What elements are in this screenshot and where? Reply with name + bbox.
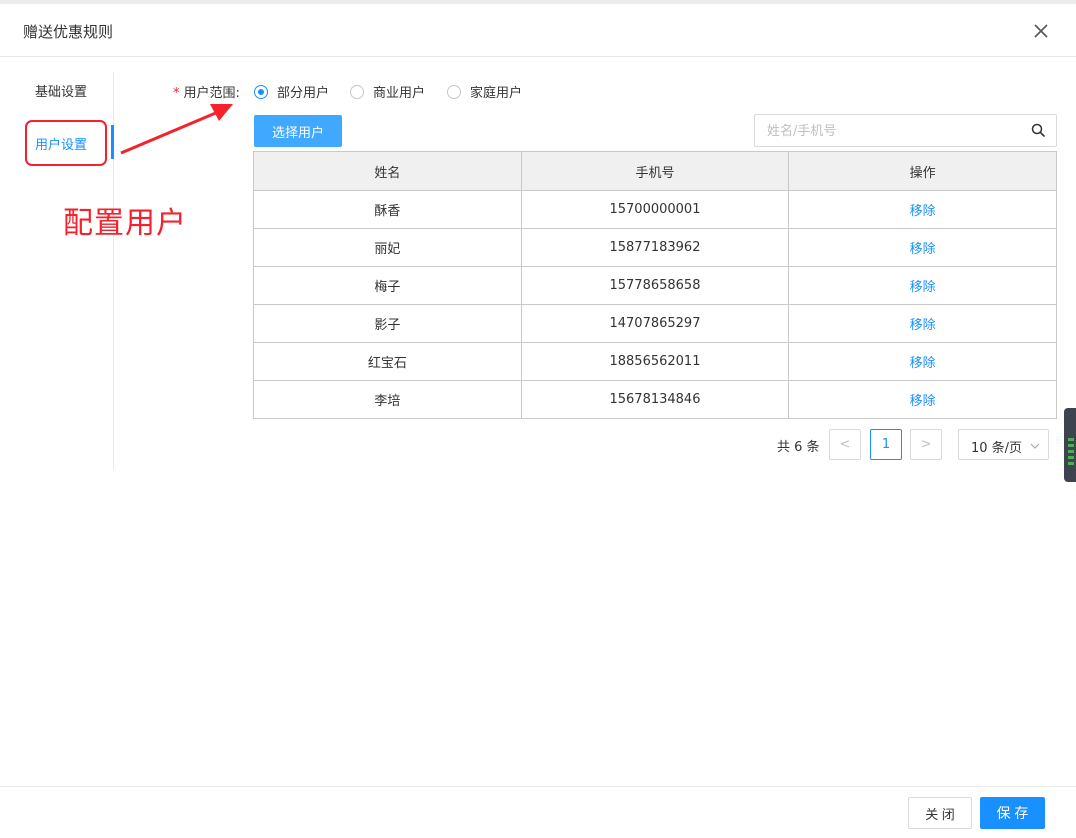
annotation-text: 配置用户 xyxy=(63,206,187,241)
radio-dot[interactable] xyxy=(350,84,364,99)
cell-phone: 15678134846 xyxy=(520,380,790,419)
user-scope-label-text: 用户范围: xyxy=(183,86,240,101)
pagination-next-button[interactable]: > xyxy=(910,429,942,460)
table-row: 李培 15678134846 移除 xyxy=(253,380,1057,419)
remove-link[interactable]: 移除 xyxy=(910,356,936,371)
annotation-highlight-box xyxy=(25,120,107,166)
search-box[interactable] xyxy=(754,114,1057,147)
remove-link[interactable]: 移除 xyxy=(910,394,936,409)
cell-name: 梅子 xyxy=(253,266,522,305)
cell-phone: 15778658658 xyxy=(520,266,790,305)
remove-link[interactable]: 移除 xyxy=(910,204,936,219)
column-header-name: 姓名 xyxy=(253,151,522,191)
radio-label: 部分用户 xyxy=(277,86,330,101)
table-header-row: 姓名 手机号 操作 xyxy=(253,151,1057,191)
annotation-arrow xyxy=(120,104,233,155)
grip-mark xyxy=(1068,438,1074,441)
table-row: 影子 14707865297 移除 xyxy=(253,304,1057,343)
save-button[interactable]: 保 存 xyxy=(980,797,1045,829)
remove-link[interactable]: 移除 xyxy=(910,242,936,257)
cell-name: 红宝石 xyxy=(253,342,522,381)
radio-dot[interactable] xyxy=(254,84,268,99)
grip-mark xyxy=(1068,462,1074,465)
grip-mark xyxy=(1068,456,1074,459)
cell-name: 影子 xyxy=(253,304,522,343)
table-row: 酥香 15700000001 移除 xyxy=(253,190,1057,229)
radio-partial-users[interactable]: 部分用户 xyxy=(254,82,329,101)
search-input[interactable] xyxy=(765,121,1019,141)
dialog-title: 赠送优惠规则 xyxy=(23,23,114,41)
grip-mark xyxy=(1068,450,1074,453)
tab-basic-settings[interactable]: 基础设置 xyxy=(35,81,87,100)
cell-phone: 14707865297 xyxy=(520,304,790,343)
radio-dot[interactable] xyxy=(447,84,461,99)
cell-phone: 15700000001 xyxy=(520,190,790,229)
select-user-button[interactable]: 选择用户 xyxy=(254,115,342,147)
column-header-action: 操作 xyxy=(788,151,1057,191)
radio-label: 商业用户 xyxy=(373,86,426,101)
cell-action: 移除 xyxy=(788,380,1057,419)
remove-link[interactable]: 移除 xyxy=(910,318,936,333)
page-size-select[interactable]: 10 条/页 xyxy=(958,429,1049,460)
cell-phone: 15877183962 xyxy=(520,228,790,267)
close-button[interactable]: 关 闭 xyxy=(908,797,972,829)
cell-action: 移除 xyxy=(788,190,1057,229)
side-scroll-handle[interactable] xyxy=(1064,408,1076,482)
search-icon[interactable] xyxy=(1031,123,1046,138)
radio-household-users[interactable]: 家庭用户 xyxy=(447,82,522,101)
cell-phone: 18856562011 xyxy=(520,342,790,381)
cell-name: 酥香 xyxy=(253,190,522,229)
chevron-down-icon xyxy=(1030,440,1040,450)
pagination-total: 共 6 条 xyxy=(777,440,820,455)
table-row: 红宝石 18856562011 移除 xyxy=(253,342,1057,381)
required-mark: * xyxy=(173,86,180,101)
pagination-page-1[interactable]: 1 xyxy=(870,429,902,460)
cell-action: 移除 xyxy=(788,342,1057,381)
radio-label: 家庭用户 xyxy=(470,86,523,101)
radio-commercial-users[interactable]: 商业用户 xyxy=(350,82,425,101)
page-size-value: 10 条/页 xyxy=(971,441,1023,456)
cell-name: 丽妃 xyxy=(253,228,522,267)
remove-link[interactable]: 移除 xyxy=(910,280,936,295)
cell-name: 李培 xyxy=(253,380,522,419)
user-table: 姓名 手机号 操作 酥香 15700000001 移除 丽妃 158771839… xyxy=(253,151,1057,419)
grip-mark xyxy=(1068,444,1074,447)
cell-action: 移除 xyxy=(788,304,1057,343)
table-row: 丽妃 15877183962 移除 xyxy=(253,228,1057,267)
tab-active-indicator xyxy=(111,125,114,159)
column-header-phone: 手机号 xyxy=(520,151,790,191)
table-row: 梅子 15778658658 移除 xyxy=(253,266,1057,305)
dialog-header: 赠送优惠规则 xyxy=(0,4,1076,57)
pagination-prev-button[interactable]: < xyxy=(829,429,861,460)
close-icon[interactable] xyxy=(1031,21,1051,41)
cell-action: 移除 xyxy=(788,266,1057,305)
user-scope-label: * 用户范围: xyxy=(173,82,240,101)
cell-action: 移除 xyxy=(788,228,1057,267)
